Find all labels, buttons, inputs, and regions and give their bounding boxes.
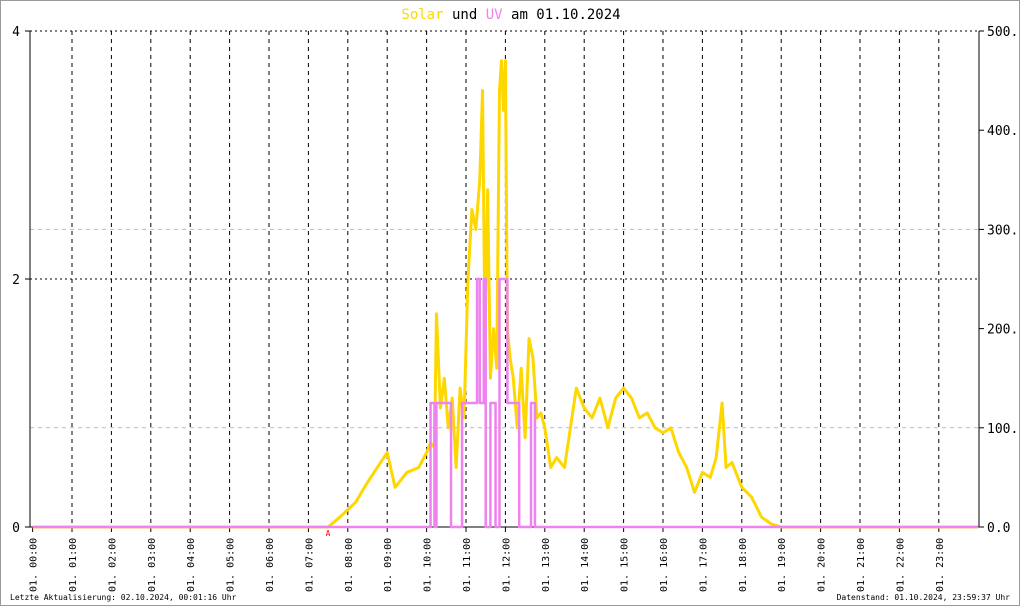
title-uv: UV	[486, 7, 503, 23]
right-tick-label: 100.0	[987, 422, 1020, 437]
x-tick-label: 01. 22:00	[895, 538, 906, 592]
chart-panel: Solar und UV am 01.10.2024 0.0 100.0 200.0…	[0, 0, 1020, 606]
x-tick-label: 01. 15:00	[620, 538, 631, 592]
x-tick-label: 01. 11:00	[462, 538, 473, 592]
marker-label: A	[326, 529, 331, 538]
x-tick-label: 01. 20:00	[817, 538, 828, 592]
last-update: Letzte Aktualisierung: 02.10.2024, 00:01…	[10, 593, 237, 602]
right-tick-label: 200.0	[987, 323, 1020, 338]
x-tick-label: 01. 12:00	[501, 538, 512, 592]
title-date: am 01.10.2024	[511, 7, 621, 23]
right-tick-label: 300.0	[987, 223, 1020, 238]
x-tick-label: 01. 16:00	[659, 538, 670, 592]
x-tick-label: 01. 13:00	[541, 538, 552, 592]
x-tick-label: 01. 21:00	[856, 538, 867, 592]
left-tick-label: 4	[12, 25, 20, 40]
x-tick-label: 01. 00:00	[29, 538, 40, 592]
x-tick-label: 01. 01:00	[68, 538, 79, 592]
title-und: und	[452, 7, 477, 23]
x-tick-label: 01. 10:00	[423, 538, 434, 592]
x-tick-label: 01. 18:00	[738, 538, 749, 592]
x-tick-label: 01. 05:00	[226, 538, 237, 592]
right-tick-label: 0.0	[987, 521, 1010, 536]
x-tick-label: 01. 09:00	[383, 538, 394, 592]
x-tick-label: 01. 14:00	[580, 538, 591, 592]
title-solar: Solar	[401, 7, 443, 23]
right-tick-label: 500.0	[987, 25, 1020, 40]
x-tick-label: 01. 04:00	[186, 538, 197, 592]
x-tick-label: 01. 06:00	[265, 538, 276, 592]
x-tick-label: 01. 08:00	[344, 538, 355, 592]
x-tick-label: 01. 17:00	[698, 538, 709, 592]
left-tick-label: 2	[12, 273, 20, 288]
right-tick-label: 400.0	[987, 124, 1020, 139]
x-tick-label: 01. 23:00	[935, 538, 946, 592]
x-tick-label: 01. 07:00	[304, 538, 315, 592]
data-status: Datenstand: 01.10.2024, 23:59:37 Uhr	[836, 593, 1010, 602]
x-tick-label: 01. 03:00	[147, 538, 158, 592]
x-tick-label: 01. 19:00	[777, 538, 788, 592]
chart-title: Solar und UV am 01.10.2024	[401, 7, 620, 23]
x-tick-label: 01. 02:00	[107, 538, 118, 592]
left-tick-label: 0	[12, 521, 20, 536]
chart-svg: Solar und UV am 01.10.2024 0.0 100.0 200.0…	[12, 7, 1020, 592]
